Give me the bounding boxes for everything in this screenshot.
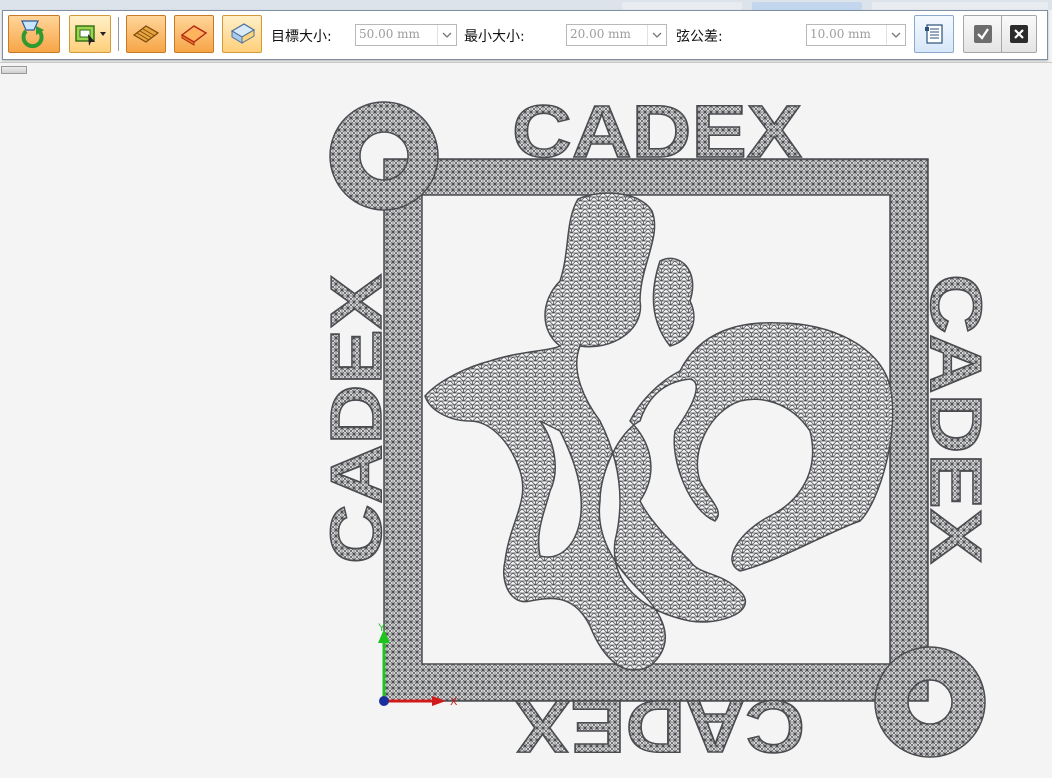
solid-mesh-button[interactable]: [174, 15, 214, 53]
shell-mesh-icon: [230, 23, 256, 44]
min-size-value: 20.00 mm: [570, 27, 631, 41]
window-title-strip: [0, 0, 1052, 10]
remesh-update-icon: [21, 20, 44, 49]
mesh-calligraphy[interactable]: [424, 192, 894, 671]
mesh-command-bar: 目標大小: 50.00 mm 最小大小: 20.00 mm 弦公差: 10.00…: [2, 10, 1048, 60]
surface-mesh-icon: [132, 25, 160, 43]
origin-marker: [379, 696, 389, 706]
solid-mesh-icon: [180, 25, 208, 46]
chord-tolerance-label: 弦公差:: [676, 29, 723, 45]
target-size-label: 目標大小:: [271, 29, 332, 45]
chord-tolerance-combo[interactable]: 10.00 mm: [806, 24, 906, 46]
select-region-icon: [75, 25, 106, 46]
background-tab[interactable]: [872, 2, 1048, 10]
background-tab-active[interactable]: [752, 2, 862, 10]
shell-mesh-button[interactable]: [222, 15, 262, 53]
chevron-down-icon[interactable]: [437, 25, 456, 45]
collapsed-panel-tab[interactable]: [1, 66, 27, 74]
cadex-text-bottom[interactable]: CADEX: [514, 684, 806, 769]
target-size-combo[interactable]: 50.00 mm: [355, 24, 457, 46]
mesh-ring-bottom-right[interactable]: [874, 646, 986, 758]
accept-check-icon: [974, 25, 992, 43]
min-size-label: 最小大小:: [464, 29, 525, 45]
mesh-ring-top-left[interactable]: [329, 101, 439, 211]
graphics-viewport[interactable]: CADEX CADEX CADEX CADEX Y X: [0, 62, 1052, 778]
min-size-combo[interactable]: 20.00 mm: [566, 24, 667, 46]
app-window: 目標大小: 50.00 mm 最小大小: 20.00 mm 弦公差: 10.00…: [0, 0, 1052, 778]
surface-mesh-button[interactable]: [126, 15, 166, 53]
cancel-x-icon: [1010, 25, 1028, 43]
cancel-button[interactable]: [1001, 15, 1037, 53]
mesh-model[interactable]: CADEX CADEX CADEX CADEX Y X: [0, 63, 1052, 778]
target-size-value: 50.00 mm: [359, 27, 420, 41]
background-tab[interactable]: [622, 2, 742, 10]
chevron-down-icon[interactable]: [647, 25, 666, 45]
toolbar-separator: [118, 17, 119, 51]
select-region-dropdown[interactable]: [69, 15, 111, 53]
cadex-text-right[interactable]: CADEX: [914, 273, 996, 565]
mesh-options-icon: [925, 24, 943, 44]
mesh-options-button[interactable]: [914, 15, 954, 53]
chevron-down-icon[interactable]: [100, 32, 106, 36]
cadex-text-top[interactable]: CADEX: [511, 89, 803, 174]
remesh-update-button[interactable]: [8, 15, 60, 53]
accept-button[interactable]: [963, 15, 1003, 53]
x-axis-label: X: [450, 696, 458, 708]
chevron-down-icon[interactable]: [886, 25, 905, 45]
cadex-text-left[interactable]: CADEX: [316, 273, 398, 565]
chord-tolerance-value: 10.00 mm: [810, 27, 871, 41]
y-axis-label: Y: [378, 622, 386, 634]
